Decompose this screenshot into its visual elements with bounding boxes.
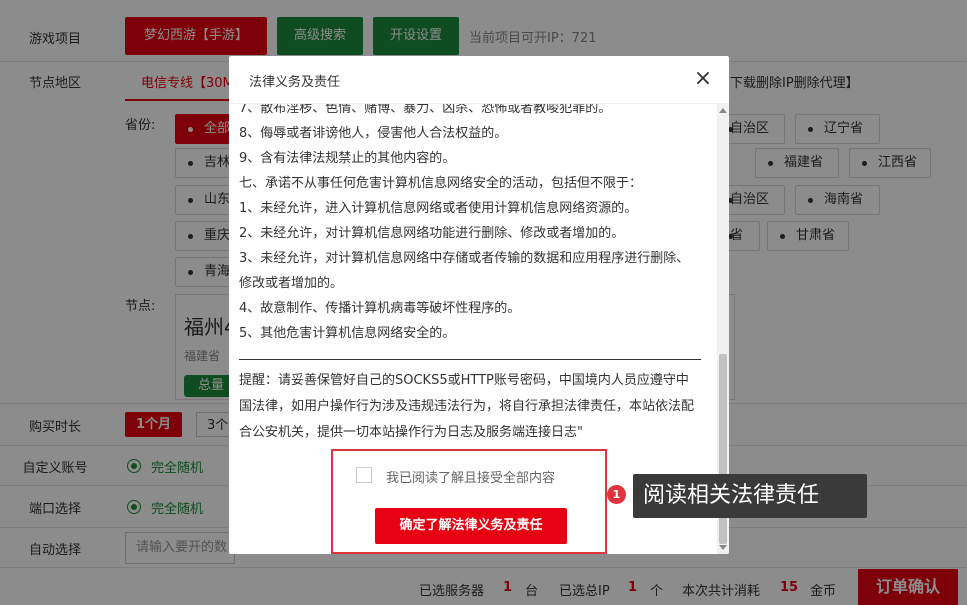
terms-line: 2、未经允许，对计算机信息网络功能进行删除、修改或者增加的。 xyxy=(239,226,625,241)
terms-line: 8、侮辱或者诽谤他人，侵害他人合法权益的。 xyxy=(239,126,508,141)
tutorial-tip: 阅读相关法律责任 xyxy=(633,474,867,518)
tutorial-step-badge: 1 xyxy=(607,485,626,504)
reminder-text: 提醒：请妥善保管好自己的SOCKS5或HTTP账号密码，中国境内人员应遵守中国法… xyxy=(239,373,695,440)
terms-line: 7、散布淫秽、色情、赌博、暴力、凶杀、恐怖或者教唆犯罪的。 xyxy=(239,104,612,116)
terms-line: 4、故意制作、传播计算机病毒等破坏性程序的。 xyxy=(239,301,521,316)
terms-line: 3、未经允许，对计算机信息网络中存储或者传输的数据和应用程序进行删除、修改或者增… xyxy=(239,251,690,291)
tutorial-highlight-box xyxy=(331,449,607,554)
terms-divider xyxy=(239,359,701,360)
modal-title: 法律义务及责任 xyxy=(249,75,341,90)
terms-line: 1、未经允许，进入计算机信息网络或者使用计算机信息网络资源的。 xyxy=(239,201,638,216)
modal-header: 法律义务及责任 × xyxy=(229,56,729,104)
scroll-down-arrow-icon[interactable] xyxy=(719,545,727,550)
terms-line: 七、承诺不从事任何危害计算机信息网络安全的活动，包括但不限于： xyxy=(239,176,643,191)
scroll-up-arrow-icon[interactable] xyxy=(719,108,727,113)
terms-line: 9、含有法律法规禁止的其他内容的。 xyxy=(239,151,456,166)
terms-line: 5、其他危害计算机信息网络安全的。 xyxy=(239,326,456,341)
close-icon[interactable]: × xyxy=(691,66,715,92)
terms-text: 7、散布淫秽、色情、赌博、暴力、凶杀、恐怖或者教唆犯罪的。 8、侮辱或者诽谤他人… xyxy=(239,104,701,446)
